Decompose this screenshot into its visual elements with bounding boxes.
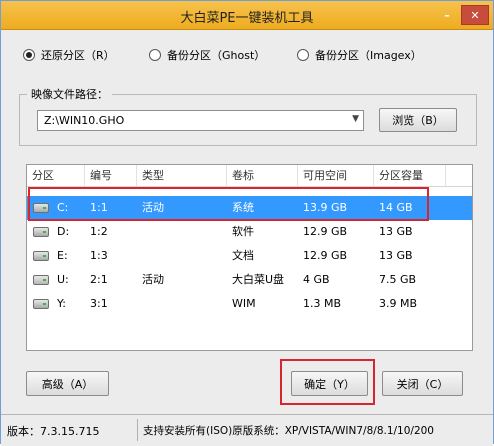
advanced-button-label: 高级（A） [41, 377, 94, 391]
cell-number: 2:1 [90, 273, 108, 286]
cell-label: 软件 [232, 225, 254, 238]
cell-free: 1.3 MB [303, 297, 342, 310]
image-path-value: Z:\WIN10.GHO [44, 114, 125, 127]
partition-row[interactable]: D: 1:2 软件 12.9 GB 13 GB [27, 220, 472, 244]
usb-drive-icon [33, 275, 49, 285]
hard-drive-icon [33, 251, 49, 261]
cell-number: 1:2 [90, 225, 108, 238]
chevron-down-icon[interactable]: ▼ [352, 114, 359, 124]
column-header-free[interactable]: 可用空间 [298, 165, 374, 186]
window-title: 大白菜PE一键装机工具 [180, 11, 314, 26]
partition-list-header: 分区 编号 类型 卷标 可用空间 分区容量 [27, 165, 472, 187]
cell-free: 12.9 GB [303, 249, 348, 262]
close-button[interactable]: 关闭（C） [382, 371, 463, 396]
radio-label: 备份分区（Imagex） [315, 49, 422, 62]
browse-button[interactable]: 浏览（B） [379, 108, 457, 132]
column-header-label[interactable]: 卷标 [227, 165, 298, 186]
radio-label: 备份分区（Ghost） [167, 49, 266, 62]
radio-backup-imagex[interactable]: 备份分区（Imagex） [297, 47, 422, 63]
cell-size: 3.9 MB [379, 297, 418, 310]
cell-number: 3:1 [90, 297, 108, 310]
radio-label: 还原分区（R） [41, 49, 115, 62]
cell-free: 4 GB [303, 273, 330, 286]
app-window: 大白菜PE一键装机工具 – ✕ 还原分区（R） 备份分区（Ghost） 备份分区… [0, 0, 494, 446]
column-header-type[interactable]: 类型 [137, 165, 227, 186]
column-header-size[interactable]: 分区容量 [374, 165, 446, 186]
cell-number: 1:3 [90, 249, 108, 262]
radio-restore[interactable]: 还原分区（R） [23, 47, 115, 63]
hard-drive-icon [33, 227, 49, 237]
support-text: 支持安装所有(ISO)原版系统：XP/VISTA/WIN7/8/8.1/10/2… [143, 425, 434, 437]
cell-label: WIM [232, 297, 256, 310]
image-path-legend: 映像文件路径： [27, 86, 112, 102]
cell-size: 13 GB [379, 225, 413, 238]
minimize-button[interactable]: – [435, 5, 459, 25]
cell-free: 12.9 GB [303, 225, 348, 238]
version-text: 版本：7.3.15.715 [7, 425, 100, 438]
close-icon: ✕ [470, 8, 480, 22]
hard-drive-icon [33, 299, 49, 309]
cell-drive: U: [57, 273, 69, 286]
cell-drive: E: [57, 249, 68, 262]
partition-row[interactable]: E: 1:3 文档 12.9 GB 13 GB [27, 244, 472, 268]
close-window-button[interactable]: ✕ [461, 5, 489, 25]
radio-dot[interactable] [149, 49, 161, 61]
partition-row[interactable]: Y: 3:1 WIM 1.3 MB 3.9 MB [27, 292, 472, 316]
advanced-button[interactable]: 高级（A） [26, 371, 109, 396]
radio-dot[interactable] [297, 49, 309, 61]
cell-size: 13 GB [379, 249, 413, 262]
ok-button-highlight [280, 359, 375, 405]
status-bar: 版本：7.3.15.715 支持安装所有(ISO)原版系统：XP/VISTA/W… [1, 414, 493, 446]
cell-type: 活动 [142, 273, 164, 286]
cell-type [137, 220, 227, 244]
cell-type [137, 292, 227, 316]
cell-size: 7.5 GB [379, 273, 417, 286]
column-header-number[interactable]: 编号 [85, 165, 137, 186]
cell-type [137, 244, 227, 268]
image-path-select[interactable]: Z:\WIN10.GHO ▼ [37, 110, 364, 131]
cell-drive: D: [57, 225, 70, 238]
title-bar[interactable]: 大白菜PE一键装机工具 – ✕ [1, 1, 493, 30]
radio-dot[interactable] [23, 49, 35, 61]
cell-drive: Y: [57, 297, 66, 310]
radio-backup-ghost[interactable]: 备份分区（Ghost） [149, 47, 265, 63]
close-button-label: 关闭（C） [396, 377, 449, 391]
cell-label: 文档 [232, 249, 254, 262]
status-divider [137, 419, 138, 441]
cell-label: 大白菜U盘 [232, 273, 285, 286]
partition-row[interactable]: U: 2:1 活动 大白菜U盘 4 GB 7.5 GB [27, 268, 472, 292]
column-header-partition[interactable]: 分区 [27, 165, 85, 186]
selected-row-highlight [28, 187, 429, 221]
minimize-icon: – [444, 8, 450, 22]
browse-button-label: 浏览（B） [392, 114, 444, 127]
